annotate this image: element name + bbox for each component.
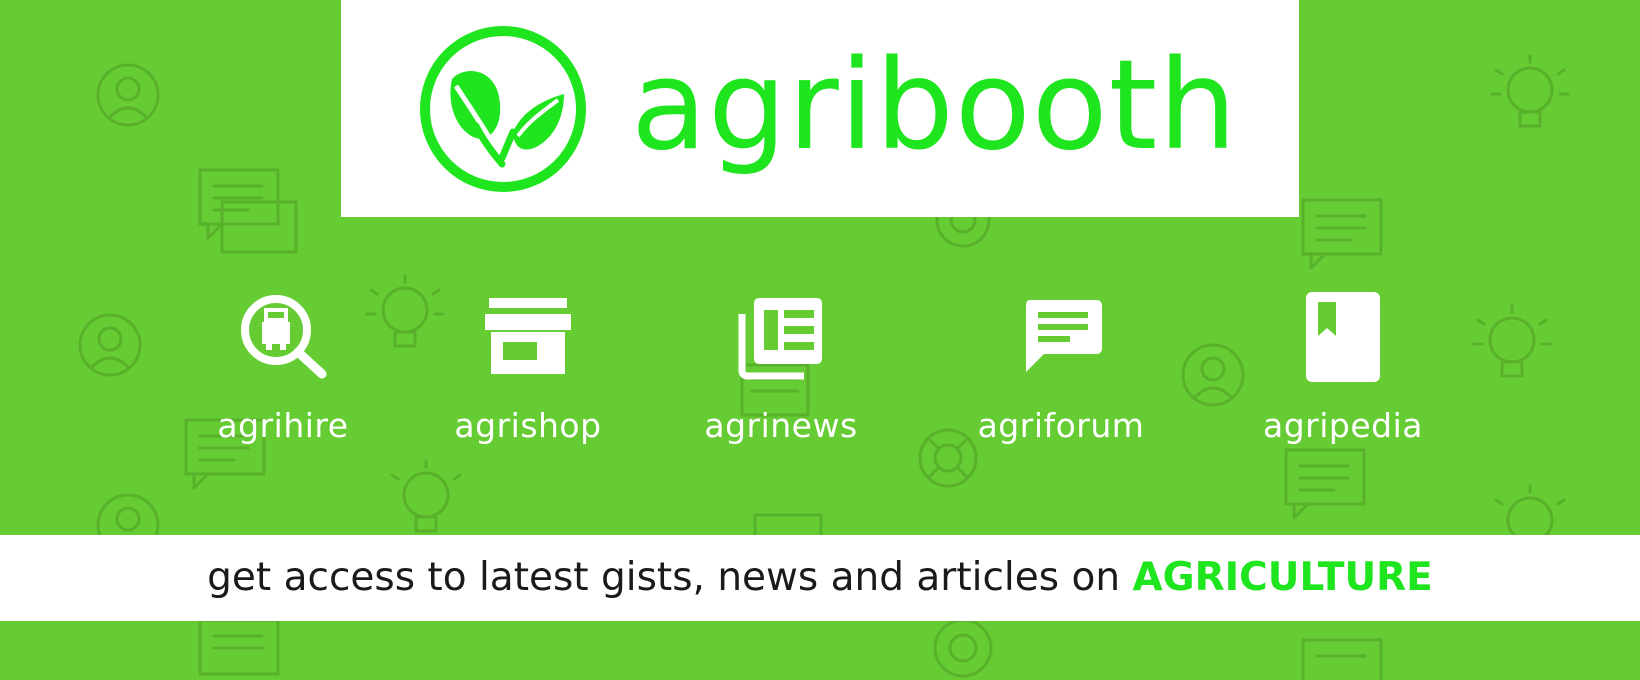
tagline: get access to latest gists, news and art… — [0, 535, 1640, 621]
nav-label: agripedia — [1263, 406, 1423, 445]
leaf-circle-logo-icon — [420, 26, 586, 192]
truck-search-icon — [241, 295, 327, 379]
lightbulb-outline-icon — [1494, 484, 1566, 544]
nav-label: agrinews — [704, 406, 858, 445]
chat-outline-icon — [1301, 638, 1383, 680]
nav-label: agriforum — [977, 406, 1145, 445]
brand-name: agribooth — [631, 34, 1238, 178]
nav-item-agriforum[interactable]: agriforum — [951, 292, 1171, 462]
nav-label: agrihire — [217, 406, 349, 445]
tagline-highlight: AGRICULTURE — [1132, 555, 1433, 600]
nav-item-agripedia[interactable]: agripedia — [1233, 292, 1453, 462]
storefront-icon — [485, 298, 571, 374]
lightbulb-outline-icon — [390, 459, 462, 533]
user-outline-icon — [96, 63, 160, 127]
lifebuoy-outline-icon — [933, 618, 993, 678]
bookmark-book-icon — [1306, 292, 1380, 382]
user-outline-icon — [78, 313, 142, 377]
chat-outline-icon — [198, 168, 298, 254]
lightbulb-outline-icon — [1472, 304, 1552, 378]
lightbulb-outline-icon — [1490, 54, 1570, 128]
tagline-band: get access to latest gists, news and art… — [0, 535, 1640, 621]
tagline-text: get access to latest gists, news and art… — [207, 555, 1133, 600]
logo-banner: agribooth — [341, 0, 1299, 217]
nav-item-agrinews[interactable]: agrinews — [671, 292, 891, 462]
nav-label: agrishop — [454, 406, 602, 445]
chat-outline-icon — [198, 618, 280, 676]
newspaper-icon — [738, 298, 822, 380]
nav-item-agrishop[interactable]: agrishop — [418, 292, 638, 462]
chat-bubble-icon — [1026, 300, 1102, 372]
nav-item-agrihire[interactable]: agrihire — [173, 292, 393, 462]
chat-outline-icon — [1301, 198, 1383, 270]
